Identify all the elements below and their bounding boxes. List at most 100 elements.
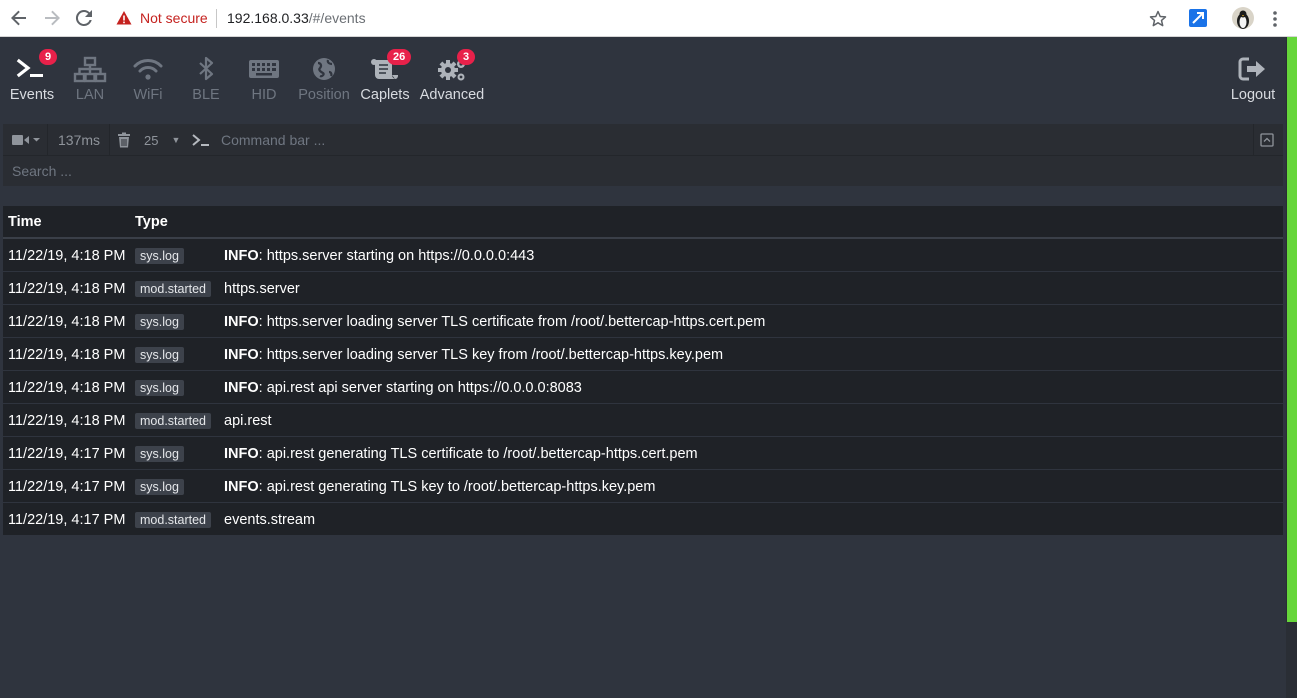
nav-label-wifi: WiFi [133, 87, 163, 103]
event-type-tag: mod.started [135, 512, 212, 528]
event-level: INFO [224, 380, 259, 396]
table-row[interactable]: 11/22/19, 4:18 PM mod.started api.rest [3, 404, 1283, 437]
bluetooth-icon [186, 52, 226, 86]
nav-item-ble[interactable]: BLE [186, 38, 226, 124]
event-text: : api.rest generating TLS key to /root/.… [258, 479, 656, 495]
logout-button[interactable]: Logout [1228, 38, 1278, 124]
profile-avatar[interactable] [1232, 7, 1254, 29]
event-time: 11/22/19, 4:18 PM [8, 380, 126, 396]
event-time: 11/22/19, 4:17 PM [8, 446, 126, 462]
terminal-prompt-icon [191, 124, 211, 156]
toolbar-divider [1253, 124, 1254, 156]
column-header-time[interactable]: Time [8, 214, 42, 230]
event-level: INFO [224, 446, 259, 462]
event-time: 11/22/19, 4:18 PM [8, 314, 126, 330]
advanced-badge: 3 [457, 49, 476, 65]
event-text: api.rest [224, 413, 272, 429]
clear-events-button[interactable] [117, 124, 131, 156]
event-message: INFO: api.rest generating TLS certificat… [224, 446, 698, 462]
forward-icon[interactable] [40, 6, 64, 30]
command-bar-input[interactable] [221, 128, 1251, 152]
event-message: INFO: https.server starting on https://0… [224, 248, 534, 264]
bookmark-star-icon[interactable] [1148, 9, 1168, 29]
table-row[interactable]: 11/22/19, 4:18 PM sys.log INFO: https.serv… [3, 338, 1283, 371]
event-message: api.rest [224, 413, 272, 429]
event-message: INFO: api.rest api server starting on ht… [224, 380, 582, 396]
event-message: https.server [224, 281, 300, 297]
event-time: 11/22/19, 4:18 PM [8, 347, 126, 363]
event-level: INFO [224, 248, 259, 264]
wifi-icon [128, 52, 168, 86]
nav-item-position[interactable]: Position [297, 38, 351, 124]
network-icon [70, 52, 110, 86]
video-toggle-button[interactable] [11, 124, 43, 156]
warning-icon[interactable] [116, 10, 132, 26]
event-type-tag: sys.log [135, 347, 184, 363]
table-row[interactable]: 11/22/19, 4:17 PM sys.log INFO: api.rest g… [3, 437, 1283, 470]
table-header: Time Type [3, 206, 1283, 239]
event-message: INFO: https.server loading server TLS ce… [224, 314, 765, 330]
security-label[interactable]: Not secure [140, 10, 208, 26]
nav-item-wifi[interactable]: WiFi [128, 38, 168, 124]
toolbar-divider [47, 124, 48, 156]
url-host: 192.168.0.33 [227, 10, 309, 26]
event-type-tag: mod.started [135, 413, 212, 429]
url-path: /#/events [308, 10, 366, 26]
limit-select[interactable]: 25 ▼ [144, 124, 184, 156]
column-header-type[interactable]: Type [135, 214, 168, 230]
table-row[interactable]: 11/22/19, 4:18 PM mod.started https.server [3, 272, 1283, 305]
table-row[interactable]: 11/22/19, 4:18 PM sys.log INFO: https.serv… [3, 305, 1283, 338]
url-field[interactable]: 192.168.0.33/#/events [227, 10, 366, 26]
event-message: INFO: api.rest generating TLS key to /ro… [224, 479, 655, 495]
nav-label-caplets: Caplets [360, 87, 410, 103]
table-row[interactable]: 11/22/19, 4:18 PM sys.log INFO: https.serv… [3, 239, 1283, 272]
event-level: INFO [224, 347, 259, 363]
event-text: : api.rest generating TLS certificate to… [258, 446, 698, 462]
table-row[interactable]: 11/22/19, 4:17 PM sys.log INFO: api.rest g… [3, 470, 1283, 503]
event-time: 11/22/19, 4:17 PM [8, 512, 126, 528]
event-message: events.stream [224, 512, 315, 528]
event-level: INFO [224, 314, 259, 330]
back-icon[interactable] [7, 6, 31, 30]
toolbar-divider [109, 124, 110, 156]
extension-icon[interactable] [1189, 9, 1207, 27]
browser-menu-icon[interactable] [1268, 8, 1282, 30]
table-row[interactable]: 11/22/19, 4:18 PM sys.log INFO: api.rest a… [3, 371, 1283, 404]
events-toolbar: 137ms 25 ▼ [3, 124, 1283, 156]
caplets-badge: 26 [387, 49, 412, 65]
table-body: 11/22/19, 4:18 PM sys.log INFO: https.serv… [3, 239, 1283, 536]
cogs-icon: 3 [432, 49, 476, 86]
trash-icon [118, 132, 130, 148]
events-badge: 9 [39, 49, 58, 65]
nav-label-position: Position [298, 87, 350, 103]
event-text: : https.server starting on https://0.0.0… [258, 248, 535, 264]
event-time: 11/22/19, 4:18 PM [8, 248, 126, 264]
nav-item-events[interactable]: 9 Events [7, 38, 58, 124]
nav-item-hid[interactable]: HID [244, 38, 284, 124]
nav-label-advanced: Advanced [419, 87, 485, 103]
minimize-square-icon [1260, 133, 1274, 147]
event-message: INFO: https.server loading server TLS ke… [224, 347, 723, 363]
scrollbar-thumb[interactable] [1287, 37, 1297, 622]
scroll-icon: 26 [365, 49, 412, 86]
keyboard-icon [244, 52, 284, 86]
nav-item-lan[interactable]: LAN [70, 38, 110, 124]
event-type-tag: sys.log [135, 314, 184, 330]
collapse-button[interactable] [1260, 124, 1274, 156]
table-row[interactable]: 11/22/19, 4:17 PM mod.started events.strea… [3, 503, 1283, 536]
reload-icon[interactable] [72, 6, 96, 30]
browser-toolbar: Not secure 192.168.0.33/#/events [0, 0, 1297, 37]
event-type-tag: sys.log [135, 248, 184, 264]
limit-value: 25 [144, 132, 159, 148]
nav-item-advanced[interactable]: 3 Advanced [419, 38, 485, 124]
nav-item-caplets[interactable]: 26 Caplets [359, 38, 412, 124]
event-time: 11/22/19, 4:18 PM [8, 281, 126, 297]
event-text: : api.rest api server starting on https:… [258, 380, 582, 396]
event-text: events.stream [224, 512, 316, 528]
video-camera-icon [12, 135, 40, 145]
search-input[interactable] [12, 161, 1272, 181]
logout-icon [1233, 52, 1273, 86]
event-time: 11/22/19, 4:18 PM [8, 413, 126, 429]
event-time: 11/22/19, 4:17 PM [8, 479, 126, 495]
globe-icon [304, 52, 344, 86]
